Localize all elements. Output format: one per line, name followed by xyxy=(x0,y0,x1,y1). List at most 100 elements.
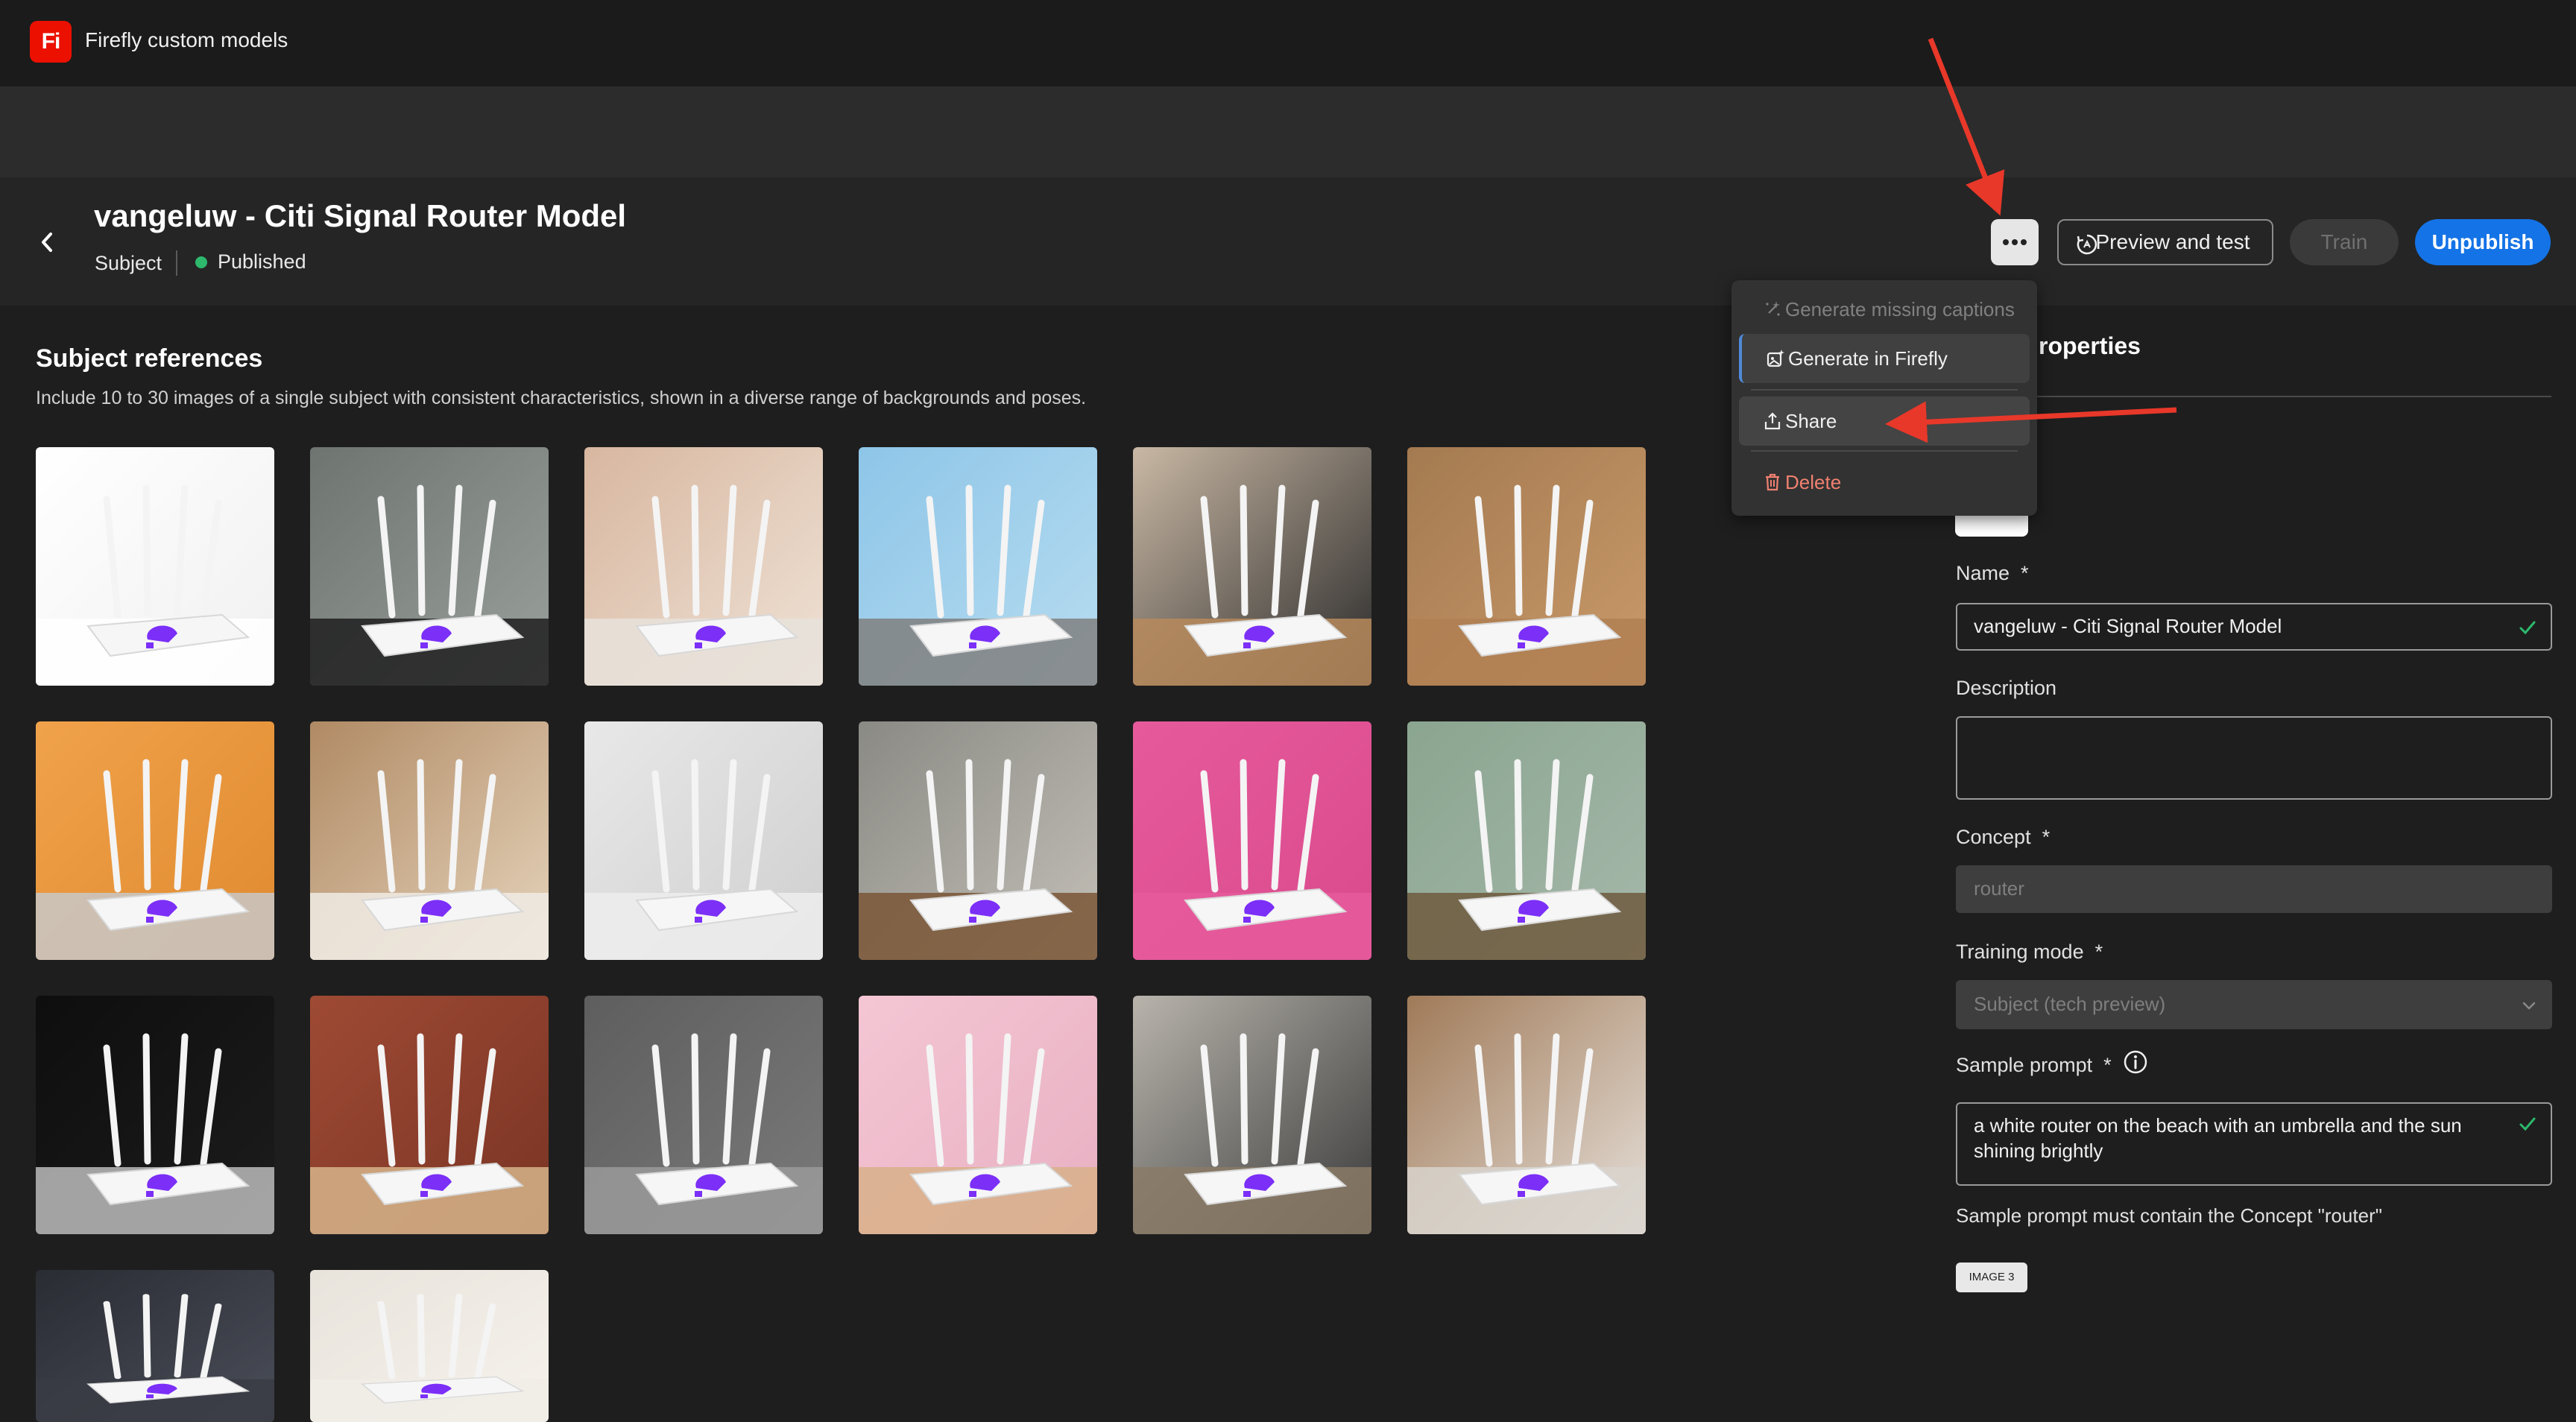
reference-image-tile[interactable] xyxy=(310,996,549,1234)
preview-and-test-button[interactable]: Preview and test xyxy=(2057,219,2273,265)
concept-field[interactable]: router xyxy=(1956,865,2552,913)
chevron-left-icon xyxy=(42,233,52,252)
properties-heading: roperties xyxy=(2039,332,2141,359)
model-type: Subject xyxy=(95,252,162,274)
info-icon[interactable] xyxy=(2123,1049,2148,1075)
router-photo xyxy=(1407,721,1646,960)
router-photo xyxy=(859,721,1097,960)
router-photo xyxy=(310,996,549,1234)
name-value: vangeluw - Citi Signal Router Model xyxy=(1974,615,2282,637)
model-title: vangeluw - Citi Signal Router Model xyxy=(94,198,627,233)
generate-icon xyxy=(1767,350,1784,367)
toolbar-band xyxy=(0,86,2576,177)
back-button[interactable] xyxy=(33,224,63,261)
menu-item-label: Share xyxy=(1785,409,1837,432)
menu-item-generate-missing-captions[interactable]: Generate missing captions xyxy=(1739,285,2030,334)
trash-icon xyxy=(1766,473,1779,491)
required-mark: * xyxy=(2103,1054,2112,1076)
sample-prompt-field[interactable]: a white router on the beach with an umbr… xyxy=(1956,1102,2552,1186)
description-label: Description xyxy=(1956,677,2057,699)
reference-image-tile[interactable] xyxy=(310,721,549,960)
training-mode-value: Subject (tech preview) xyxy=(1974,993,2166,1015)
share-icon xyxy=(1764,412,1781,430)
checkmark-icon xyxy=(2519,621,2536,635)
subject-references-description: Include 10 to 30 images of a single subj… xyxy=(36,388,1087,408)
name-field[interactable]: vangeluw - Citi Signal Router Model xyxy=(1956,603,2552,651)
reference-image-tile[interactable] xyxy=(1407,721,1646,960)
reference-image-tile[interactable] xyxy=(1133,996,1371,1234)
properties-tab-rule xyxy=(1957,396,2551,397)
firefly-logo: Fi xyxy=(30,21,72,63)
menu-item-share[interactable]: Share xyxy=(1739,396,2030,446)
unpublish-button[interactable]: Unpublish xyxy=(2415,219,2551,265)
sparkle-icon xyxy=(1766,301,1780,316)
reference-image-tile[interactable] xyxy=(1133,721,1371,960)
menu-divider xyxy=(1751,450,2018,452)
training-mode-label: Training mode * xyxy=(1956,941,2103,963)
reference-image-tile[interactable] xyxy=(1407,996,1646,1234)
preview-test-icon xyxy=(2077,234,2097,255)
image-tag: IMAGE 3 xyxy=(1956,1263,2027,1292)
router-photo xyxy=(36,721,274,960)
chevron-down-icon xyxy=(2522,1002,2536,1010)
app-top-bar xyxy=(0,0,2576,86)
sample-prompt-value: a white router on the beach with an umbr… xyxy=(1974,1114,2462,1162)
status-dot xyxy=(195,256,207,268)
reference-image-tile[interactable] xyxy=(1133,447,1371,686)
router-photo xyxy=(36,1270,274,1422)
reference-image-tile[interactable] xyxy=(584,447,823,686)
train-button[interactable]: Train xyxy=(2290,219,2399,265)
menu-divider xyxy=(1751,389,2018,391)
training-mode-select[interactable]: Subject (tech preview) xyxy=(1956,980,2552,1029)
menu-item-label: Delete xyxy=(1785,470,1842,493)
sample-prompt-hint: Sample prompt must contain the Concept "… xyxy=(1956,1204,2382,1227)
more-actions-menu: Generate missing captions Generate in Fi… xyxy=(1731,280,2037,516)
description-field[interactable] xyxy=(1956,716,2552,800)
router-photo xyxy=(1407,447,1646,686)
reference-image-tile[interactable] xyxy=(36,1270,274,1422)
router-photo xyxy=(1133,996,1371,1234)
menu-item-delete[interactable]: Delete xyxy=(1739,458,2030,507)
menu-item-generate-in-firefly[interactable]: Generate in Firefly xyxy=(1739,334,2030,383)
router-photo xyxy=(1407,996,1646,1234)
reference-image-tile[interactable] xyxy=(859,721,1097,960)
header-divider xyxy=(176,250,177,276)
reference-image-tile[interactable] xyxy=(310,447,549,686)
reference-image-tile[interactable] xyxy=(1407,447,1646,686)
router-photo xyxy=(584,447,823,686)
name-label: Name * xyxy=(1956,562,2029,584)
router-photo xyxy=(36,996,274,1234)
router-photo xyxy=(584,721,823,960)
menu-item-label: Generate in Firefly xyxy=(1788,347,1948,370)
reference-image-tile[interactable] xyxy=(859,996,1097,1234)
menu-item-label: Generate missing captions xyxy=(1785,297,2015,320)
router-photo xyxy=(1133,721,1371,960)
status-badge: Published xyxy=(218,250,306,273)
subject-references-title: Subject references xyxy=(36,344,263,373)
more-actions-button[interactable] xyxy=(1991,219,2039,265)
router-photo xyxy=(584,996,823,1234)
router-photo xyxy=(310,447,549,686)
sample-prompt-label: Sample prompt * xyxy=(1956,1054,2112,1076)
app-title: Firefly custom models xyxy=(85,28,288,51)
reference-image-tile[interactable] xyxy=(36,721,274,960)
router-photo xyxy=(1133,447,1371,686)
ellipsis-icon xyxy=(2003,239,2027,245)
router-photo xyxy=(859,447,1097,686)
router-photo xyxy=(310,1270,549,1422)
reference-image-tile[interactable] xyxy=(584,721,823,960)
router-photo xyxy=(859,996,1097,1234)
required-mark: * xyxy=(2042,826,2051,848)
checkmark-icon xyxy=(2519,1117,2536,1131)
required-mark: * xyxy=(2094,941,2103,963)
router-photo xyxy=(310,721,549,960)
reference-image-tile[interactable] xyxy=(36,447,274,686)
reference-image-tile[interactable] xyxy=(310,1270,549,1422)
reference-image-tile[interactable] xyxy=(36,996,274,1234)
reference-image-tile[interactable] xyxy=(584,996,823,1234)
reference-image-tile[interactable] xyxy=(859,447,1097,686)
preview-and-test-label: Preview and test xyxy=(2095,230,2250,253)
router-photo xyxy=(36,447,274,686)
required-mark: * xyxy=(2021,562,2029,584)
concept-label: Concept * xyxy=(1956,826,2051,848)
